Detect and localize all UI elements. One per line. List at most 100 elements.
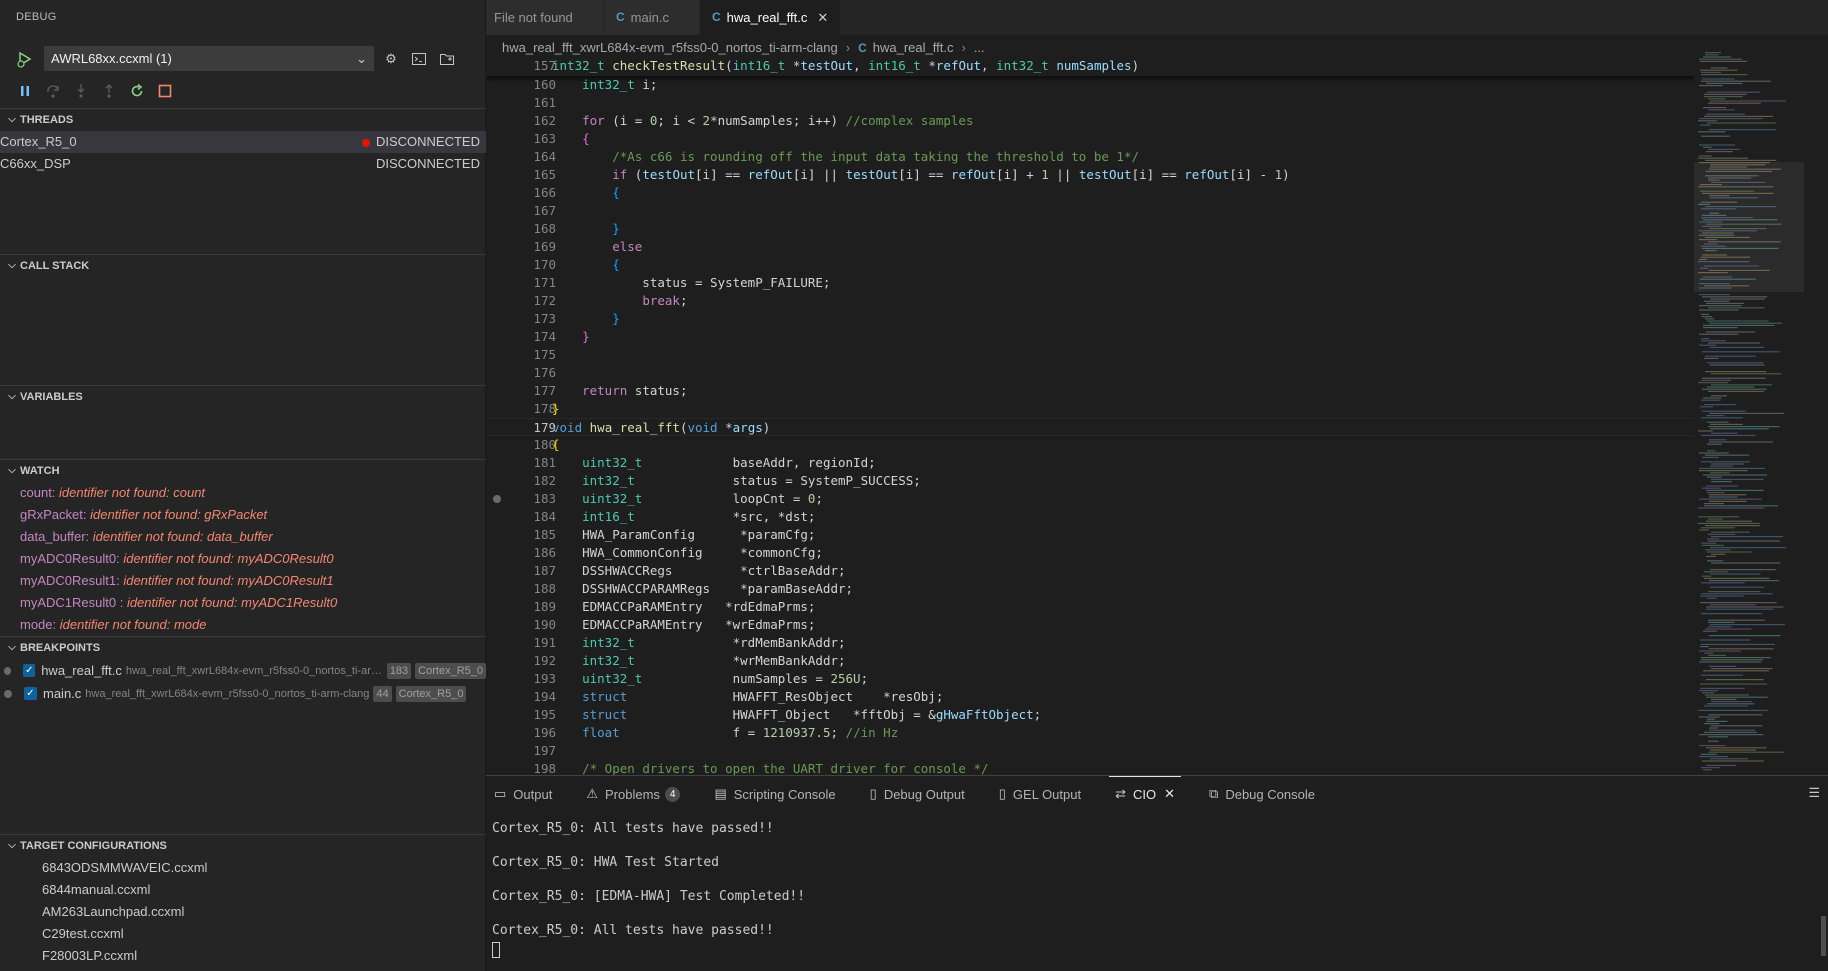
watch-item[interactable]: myADC0Result0: identifier not found: myA…	[0, 548, 486, 570]
code-line[interactable]: 194 struct HWAFFT_ResObject *resObj;	[486, 688, 1698, 706]
code-text: int32_t *wrMemBankAddr;	[582, 653, 846, 668]
target-config-item[interactable]: AM263Launchpad.ccxml	[0, 901, 486, 923]
stop-icon[interactable]	[156, 82, 174, 100]
tab-problems[interactable]: ⚠ Problems 4	[586, 776, 681, 812]
step-over-icon[interactable]	[44, 82, 62, 100]
code-line[interactable]: 161	[486, 94, 1698, 112]
code-line[interactable]: 175	[486, 346, 1698, 364]
gear-icon[interactable]: ⚙	[380, 48, 402, 70]
panel-menu-icon[interactable]: ☰	[1808, 785, 1820, 801]
target-config-item[interactable]: 6844manual.ccxml	[0, 879, 486, 901]
code-line[interactable]: 191 int32_t *rdMemBankAddr;	[486, 634, 1698, 652]
step-into-icon[interactable]	[72, 82, 90, 100]
close-icon[interactable]: ✕	[817, 0, 828, 35]
thread-item[interactable]: C66xx_DSP DISCONNECTED	[0, 153, 486, 175]
tab-output[interactable]: ▭ Output	[494, 776, 552, 812]
code-line[interactable]: 183 uint32_t loopCnt = 0;	[486, 490, 1698, 508]
code-line[interactable]: 180{	[486, 436, 1698, 454]
code-line[interactable]: 166 {	[486, 184, 1698, 202]
watch-item[interactable]: mode: identifier not found: mode	[0, 614, 486, 636]
breakpoint-checkbox[interactable]: ✓	[24, 687, 37, 700]
code-line[interactable]: 196 float f = 1210937.5; //in Hz	[486, 724, 1698, 742]
variables-header[interactable]: ⌵ VARIABLES	[0, 386, 486, 408]
step-out-icon[interactable]	[100, 82, 118, 100]
target-config-item[interactable]: F28003LP.ccxml	[0, 945, 486, 967]
code-line[interactable]: 173 }	[486, 310, 1698, 328]
cio-input[interactable]	[492, 942, 1822, 958]
watch-item[interactable]: data_buffer: identifier not found: data_…	[0, 526, 486, 548]
code-editor[interactable]: 157 int32_t checkTestResult(int16_t *test…	[486, 57, 1698, 775]
breakpoint-item[interactable]: ✓ hwa_real_fft.c hwa_real_fft_xwrL684x-e…	[0, 659, 486, 682]
tab-debug-output[interactable]: ▯ Debug Output	[870, 776, 965, 812]
watch-item[interactable]: myADC1Result0 : identifier not found: my…	[0, 592, 486, 614]
breakpoint-item[interactable]: ✓ main.c hwa_real_fft_xwrL684x-evm_r5fss…	[0, 682, 486, 705]
code-text: DSSHWACCPARAMRegs *paramBaseAddr;	[552, 581, 854, 596]
tab-gel-output[interactable]: ▯ GEL Output	[999, 776, 1081, 812]
thread-item[interactable]: Cortex_R5_0 DISCONNECTED	[0, 131, 486, 153]
breadcrumb-symbol[interactable]: ...	[974, 37, 985, 59]
code-line[interactable]: 195 struct HWAFFT_Object *fftObj = &gHwa…	[486, 706, 1698, 724]
code-line[interactable]: 171 status = SystemP_FAILURE;	[486, 274, 1698, 292]
code-line[interactable]: 163 {	[486, 130, 1698, 148]
call-stack-header[interactable]: ⌵ CALL STACK	[0, 255, 486, 277]
tab-cio[interactable]: ⇄ CIO ✕	[1109, 776, 1181, 812]
restart-icon[interactable]	[128, 82, 146, 100]
tab-main-c[interactable]: Cmain.c	[604, 0, 700, 35]
code-line[interactable]: 178}	[486, 400, 1698, 418]
code-line[interactable]: 174 }	[486, 328, 1698, 346]
code-line[interactable]: 188 DSSHWACCPARAMRegs *paramBaseAddr;	[486, 580, 1698, 598]
code-line[interactable]: 172 break;	[486, 292, 1698, 310]
code-line[interactable]: 164 /*As c66 is rounding off the input d…	[486, 148, 1698, 166]
tab-debug-console[interactable]: ⧉ Debug Console	[1209, 776, 1315, 812]
minimap[interactable]	[1694, 52, 1828, 776]
open-folder-icon[interactable]	[436, 48, 458, 70]
code-line[interactable]: 189 EDMACCPaRAMEntry *rdEdmaPrms;	[486, 598, 1698, 616]
minimap-viewport[interactable]	[1694, 162, 1804, 292]
code-line[interactable]: 186 HWA_CommonConfig *commonCfg;	[486, 544, 1698, 562]
target-config-item[interactable]: C29test.ccxml	[0, 923, 486, 945]
code-line[interactable]: 184 int16_t *src, *dst;	[486, 508, 1698, 526]
code-line[interactable]: 182 int32_t status = SystemP_SUCCESS;	[486, 472, 1698, 490]
tab-scripting-console[interactable]: ▤ Scripting Console	[714, 776, 835, 812]
code-line[interactable]: 176	[486, 364, 1698, 382]
threads-header[interactable]: ⌵ THREADS	[0, 109, 486, 131]
code-line[interactable]: 162 for (i = 0; i < 2*numSamples; i++) /…	[486, 112, 1698, 130]
code-line[interactable]: 169 else	[486, 238, 1698, 256]
code-line[interactable]: 192 int32_t *wrMemBankAddr;	[486, 652, 1698, 670]
code-line[interactable]: 168 }	[486, 220, 1698, 238]
breakpoints-header[interactable]: ⌵ BREAKPOINTS	[0, 637, 486, 659]
code-line[interactable]: 190 EDMACCPaRAMEntry *wrEdmaPrms;	[486, 616, 1698, 634]
code-line[interactable]: 187 DSSHWACCRegs *ctrlBaseAddr;	[486, 562, 1698, 580]
code-line[interactable]: 177 return status;	[486, 382, 1698, 400]
watch-item[interactable]: gRxPacket: identifier not found: gRxPack…	[0, 504, 486, 526]
pause-icon[interactable]	[16, 82, 34, 100]
watch-header[interactable]: ⌵ WATCH	[0, 460, 486, 482]
target-configurations-header[interactable]: ⌵ TARGET CONFIGURATIONS	[0, 835, 486, 857]
problems-count-badge: 4	[664, 786, 681, 802]
code-line[interactable]: 198 /* Open drivers to open the UART dri…	[486, 760, 1698, 775]
sticky-scroll-line[interactable]: 157 int32_t checkTestResult(int16_t *test…	[486, 57, 1698, 76]
code-line[interactable]: 170 {	[486, 256, 1698, 274]
cio-output[interactable]: Cortex_R5_0: All tests have passed!! Cor…	[486, 812, 1828, 966]
close-icon[interactable]: ✕	[1164, 786, 1175, 802]
breadcrumb-file[interactable]: hwa_real_fft.c	[873, 37, 954, 59]
breadcrumb-folder[interactable]: hwa_real_fft_xwrL684x-evm_r5fss0-0_norto…	[502, 37, 838, 59]
start-debug-icon[interactable]	[14, 48, 36, 70]
code-line[interactable]: 167	[486, 202, 1698, 220]
scrollbar[interactable]	[1821, 916, 1826, 956]
tab-hwa-real-fft-c[interactable]: Chwa_real_fft.c ✕	[700, 0, 842, 35]
code-line[interactable]: 181 uint32_t baseAddr, regionId;	[486, 454, 1698, 472]
code-line[interactable]: 197	[486, 742, 1698, 760]
code-line[interactable]: 179 void hwa_real_fft(void *args)	[486, 418, 1698, 436]
watch-item[interactable]: count: identifier not found: count	[0, 482, 486, 504]
code-line[interactable]: 160 int32_t i;	[486, 76, 1698, 94]
terminal-icon[interactable]	[408, 48, 430, 70]
breakpoint-checkbox[interactable]: ✓	[23, 664, 36, 677]
code-line[interactable]: 193 uint32_t numSamples = 256U;	[486, 670, 1698, 688]
launch-config-select[interactable]: AWRL68xx.ccxml (1) ⌄	[44, 46, 374, 71]
code-line[interactable]: 165 if (testOut[i] == refOut[i] || testO…	[486, 166, 1698, 184]
target-config-item[interactable]: 6843ODSMMWAVEIC.ccxml	[0, 857, 486, 879]
tab-file-not-found[interactable]: File not found	[486, 0, 604, 35]
watch-item[interactable]: myADC0Result1: identifier not found: myA…	[0, 570, 486, 592]
code-line[interactable]: 185 HWA_ParamConfig *paramCfg;	[486, 526, 1698, 544]
